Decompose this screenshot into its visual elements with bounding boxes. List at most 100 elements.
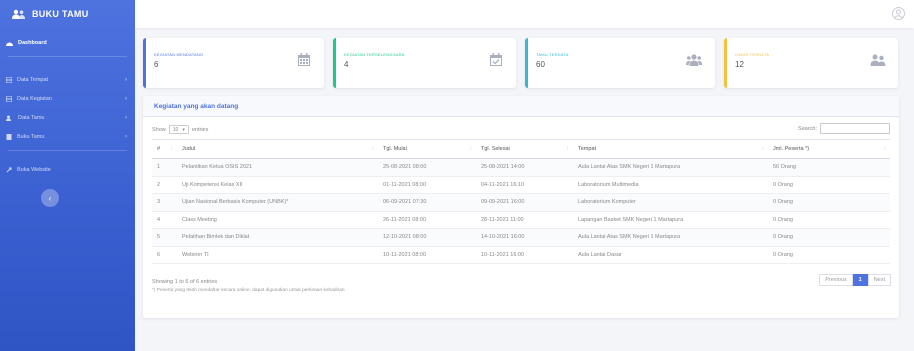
entries-select[interactable]: 10 ▾ [168, 125, 189, 134]
cell-tempat: Laboratorium Komputer [573, 193, 768, 212]
topbar [135, 0, 914, 28]
cell-judul: Uji Kompetensi Kelas XII [177, 176, 378, 194]
table-row: 5 Pelatihan Bimtek dan Diklat 12-10-2021… [152, 228, 890, 247]
calendar-icon [298, 53, 310, 66]
sidebar-item-label: Data Tempat [17, 76, 49, 83]
card-value: 4 [344, 60, 349, 69]
card-title: KEGIATAN MENDATANG [154, 52, 204, 57]
pagination: Previous 1 Next [819, 274, 891, 286]
sidebar-divider [8, 150, 127, 151]
sidebar-item-buku-tamu[interactable]: Buku Tamu › [0, 127, 135, 146]
brand[interactable]: BUKU TAMU [0, 0, 135, 28]
upcoming-events-panel: Kegiatan yang akan datang Show 10 ▾ entr… [143, 96, 899, 318]
cell-judul: Class Meeting [177, 211, 378, 229]
table-row: 3 Ujian Nasional Berbasis Komputer (UNBK… [152, 193, 890, 212]
cell-tgl-mulai: 01-11-2021 08:00 [378, 176, 476, 194]
cell-judul: Pelatihan Bimtek dan Diklat [177, 228, 378, 247]
pagination-next[interactable]: Next [867, 274, 891, 286]
table-icon [6, 76, 12, 83]
card-title: TAMU TERDATA [536, 52, 569, 57]
sidebar-item-data-tamu[interactable]: Data Tamu › [0, 108, 135, 127]
sidebar-item-label: Buka Website [17, 166, 51, 173]
search-label: Search: [798, 125, 817, 132]
cell-judul: Webiner TI [177, 246, 378, 264]
user-avatar-icon[interactable] [892, 7, 905, 20]
card-accent [525, 38, 528, 88]
sort-icon: ↕ [170, 146, 174, 152]
chevron-right-icon: › [125, 133, 127, 140]
cell-tgl-selesai: 04-11-2021 16:10 [476, 176, 573, 194]
chevron-right-icon: › [125, 114, 127, 121]
brand-title: BUKU TAMU [32, 9, 89, 19]
sidebar-toggle-button[interactable]: ‹ [41, 189, 59, 207]
column-header-judul[interactable]: Judul ↕ [177, 139, 378, 159]
pagination-page-1[interactable]: 1 [852, 274, 868, 286]
card-tamu-terdata: TAMU TERDATA 60 [525, 38, 715, 88]
cell-tempat: Laboratorium Multimedia [573, 176, 768, 194]
tachometer-icon [6, 42, 13, 46]
sidebar: BUKU TAMU Dashboard Data Tempat › Data K… [0, 0, 135, 351]
sidebar-item-label: Dashboard [18, 40, 47, 46]
sort-icon: ↕ [566, 146, 570, 152]
sidebar-item-label: Data Kegiatan [17, 95, 52, 102]
column-header-tgl-mulai[interactable]: Tgl. Mulai ↕ [378, 139, 476, 159]
cell-jml-peserta: 0 Orang [768, 211, 890, 229]
cell-tgl-mulai: 12-10-2021 08:00 [378, 228, 476, 247]
sort-icon: ↕ [883, 146, 887, 152]
sidebar-divider [8, 56, 127, 57]
cell-tempat: Aula Lantai Dasar [573, 246, 768, 264]
card-title: HADIR TERDATA [735, 52, 770, 57]
entries-length-control: Show 10 ▾ entries [152, 125, 208, 134]
search-input[interactable] [820, 123, 890, 134]
users-icon [686, 54, 702, 66]
chevron-right-icon: › [125, 95, 127, 102]
search-control: Search: [798, 123, 890, 134]
cell-tgl-selesai: 25-08-2021 14:00 [476, 158, 573, 177]
chevron-right-icon: › [125, 76, 127, 83]
card-value: 6 [154, 60, 159, 69]
column-header-no[interactable]: # ↕ [152, 139, 177, 159]
cell-no: 6 [152, 246, 177, 264]
entries-label: entries [191, 126, 209, 133]
cell-tgl-mulai: 25-08-2021 08:00 [378, 158, 476, 177]
cell-no: 3 [152, 193, 177, 212]
cell-tgl-mulai: 06-09-2021 07:30 [378, 193, 476, 212]
card-value: 12 [735, 60, 744, 69]
column-header-tgl-selesai[interactable]: Tgl. Selesai ↕ [476, 139, 573, 159]
book-icon [6, 133, 12, 140]
cell-tgl-mulai: 10-11-2021 08:00 [378, 246, 476, 264]
table-info: Showing 1 to 6 of 6 entries [152, 279, 218, 285]
users-icon [6, 115, 11, 121]
cell-no: 4 [152, 211, 177, 229]
card-title: KEGIATAN TERSELENGGARA [344, 52, 405, 57]
sidebar-item-buka-website[interactable]: Buka Website [0, 160, 135, 179]
calendar-check-icon [490, 53, 502, 66]
cell-jml-peserta: 56 Orang [768, 158, 890, 177]
table-row: 4 Class Meeting 26-11-2021 08:00 28-11-2… [152, 211, 890, 229]
panel-title: Kegiatan yang akan datang [143, 96, 899, 117]
table-footnote: *) Peserta yang telah mendaftar secara o… [152, 288, 345, 293]
user-group-icon [870, 54, 886, 66]
cell-tempat: Lapangan Basket SMK Negeri 1 Martapura [573, 211, 768, 229]
entries-value: 10 [172, 126, 179, 133]
card-hadir-terdata: HADIR TERDATA 12 [724, 38, 898, 88]
sidebar-item-data-tempat[interactable]: Data Tempat › [0, 70, 135, 89]
card-kegiatan-mendatang: KEGIATAN MENDATANG 6 [143, 38, 324, 88]
cell-judul: Pelantikan Ketua OSIS 2021 [177, 158, 378, 177]
card-accent [724, 38, 727, 88]
column-header-tempat[interactable]: Tempat ↕ [573, 139, 768, 159]
show-label: Show [152, 126, 166, 133]
table-header-row: # ↕ Judul ↕ Tgl. Mulai ↕ Tgl. Selesai ↕ Temp… [152, 139, 890, 159]
sort-icon: ↕ [371, 146, 375, 152]
cell-tempat: Aula Lantai Atas SMK Negeri 1 Martapura [573, 158, 768, 177]
cell-tgl-mulai: 26-11-2021 08:00 [378, 211, 476, 229]
cell-tgl-selesai: 10-11-2021 16:00 [476, 246, 573, 264]
cell-judul: Ujian Nasional Berbasis Komputer (UNBK)* [177, 193, 378, 212]
pagination-previous[interactable]: Previous [819, 274, 853, 286]
cell-jml-peserta: 0 Orang [768, 176, 890, 194]
column-header-jml-peserta[interactable]: Jml. Peserta *) ↕ [768, 139, 890, 159]
card-kegiatan-terselenggara: KEGIATAN TERSELENGGARA 4 [333, 38, 516, 88]
sidebar-item-dashboard[interactable]: Dashboard [0, 34, 135, 52]
sidebar-item-data-kegiatan[interactable]: Data Kegiatan › [0, 89, 135, 108]
table-row: 2 Uji Kompetensi Kelas XII 01-11-2021 08… [152, 176, 890, 194]
